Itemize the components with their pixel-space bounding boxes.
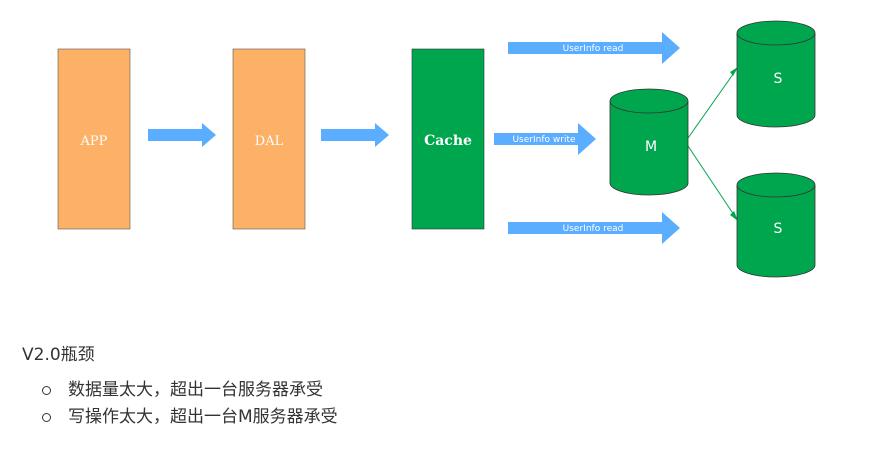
replication-line-top: [687, 69, 737, 139]
bullet-text: 写操作太大，超出一台M服务器承受: [68, 407, 338, 427]
app-label: APP: [80, 134, 108, 149]
notes-title: V2.0瓶颈: [22, 345, 95, 365]
bullet-item: 数据量太大，超出一台服务器承受: [42, 377, 338, 404]
bullet-circle-icon: [42, 386, 51, 395]
notes-section: V2.0瓶颈 数据量太大，超出一台服务器承受 写操作太大，超出一台M服务器承受: [22, 340, 338, 431]
arrow-label-read-top: UserInfo read: [563, 44, 624, 54]
cache-label: Cache: [424, 133, 472, 149]
slave-db-1-label: S: [774, 71, 783, 87]
dal-label: DAL: [255, 134, 284, 149]
bullet-item: 写操作太大，超出一台M服务器承受: [42, 404, 338, 431]
replication-line-bottom: [687, 145, 737, 219]
master-db-label: M: [645, 139, 657, 155]
architecture-diagram: APP DAL Cache UserInfo read UserInfo wri…: [57, 20, 816, 278]
arrow-label-write: UserInfo write: [512, 135, 575, 145]
arrow-dal-to-cache: [321, 123, 389, 147]
slave-db-2-label: S: [774, 221, 783, 237]
bullet-list: 数据量太大，超出一台服务器承受 写操作太大，超出一台M服务器承受: [22, 377, 338, 431]
bullet-circle-icon: [42, 413, 51, 422]
arrow-app-to-dal: [148, 123, 216, 147]
arrow-label-read-bottom: UserInfo read: [563, 224, 624, 234]
bullet-text: 数据量太大，超出一台服务器承受: [68, 380, 323, 400]
